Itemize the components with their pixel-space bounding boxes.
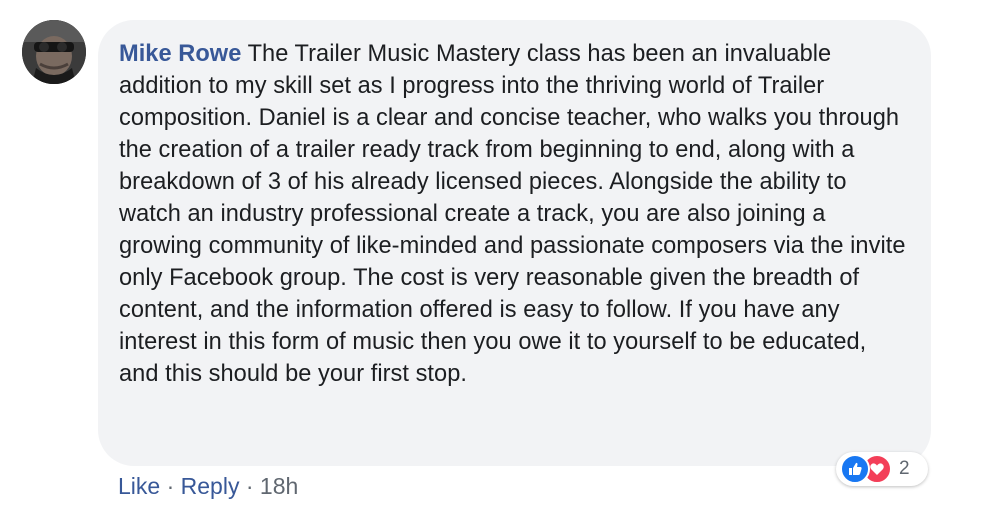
separator: · — [245, 473, 254, 499]
avatar-photo — [22, 20, 86, 84]
timestamp[interactable]: 18h — [260, 473, 298, 499]
reply-button[interactable]: Reply — [181, 473, 240, 499]
reactions-summary[interactable]: 2 — [836, 452, 928, 486]
like-icon — [840, 454, 870, 484]
comment-author[interactable]: Mike Rowe — [119, 41, 241, 67]
comment-bubble: Mike Rowe The Trailer Music Mastery clas… — [98, 20, 931, 466]
comment-body: Mike Rowe The Trailer Music Mastery clas… — [119, 38, 909, 390]
avatar[interactable] — [22, 20, 86, 84]
separator: · — [166, 473, 175, 499]
comment-text: The Trailer Music Mastery class has been… — [119, 41, 906, 387]
like-button[interactable]: Like — [118, 473, 160, 499]
comment-actions: Like · Reply · 18h — [118, 472, 298, 500]
reaction-count: 2 — [899, 458, 910, 479]
